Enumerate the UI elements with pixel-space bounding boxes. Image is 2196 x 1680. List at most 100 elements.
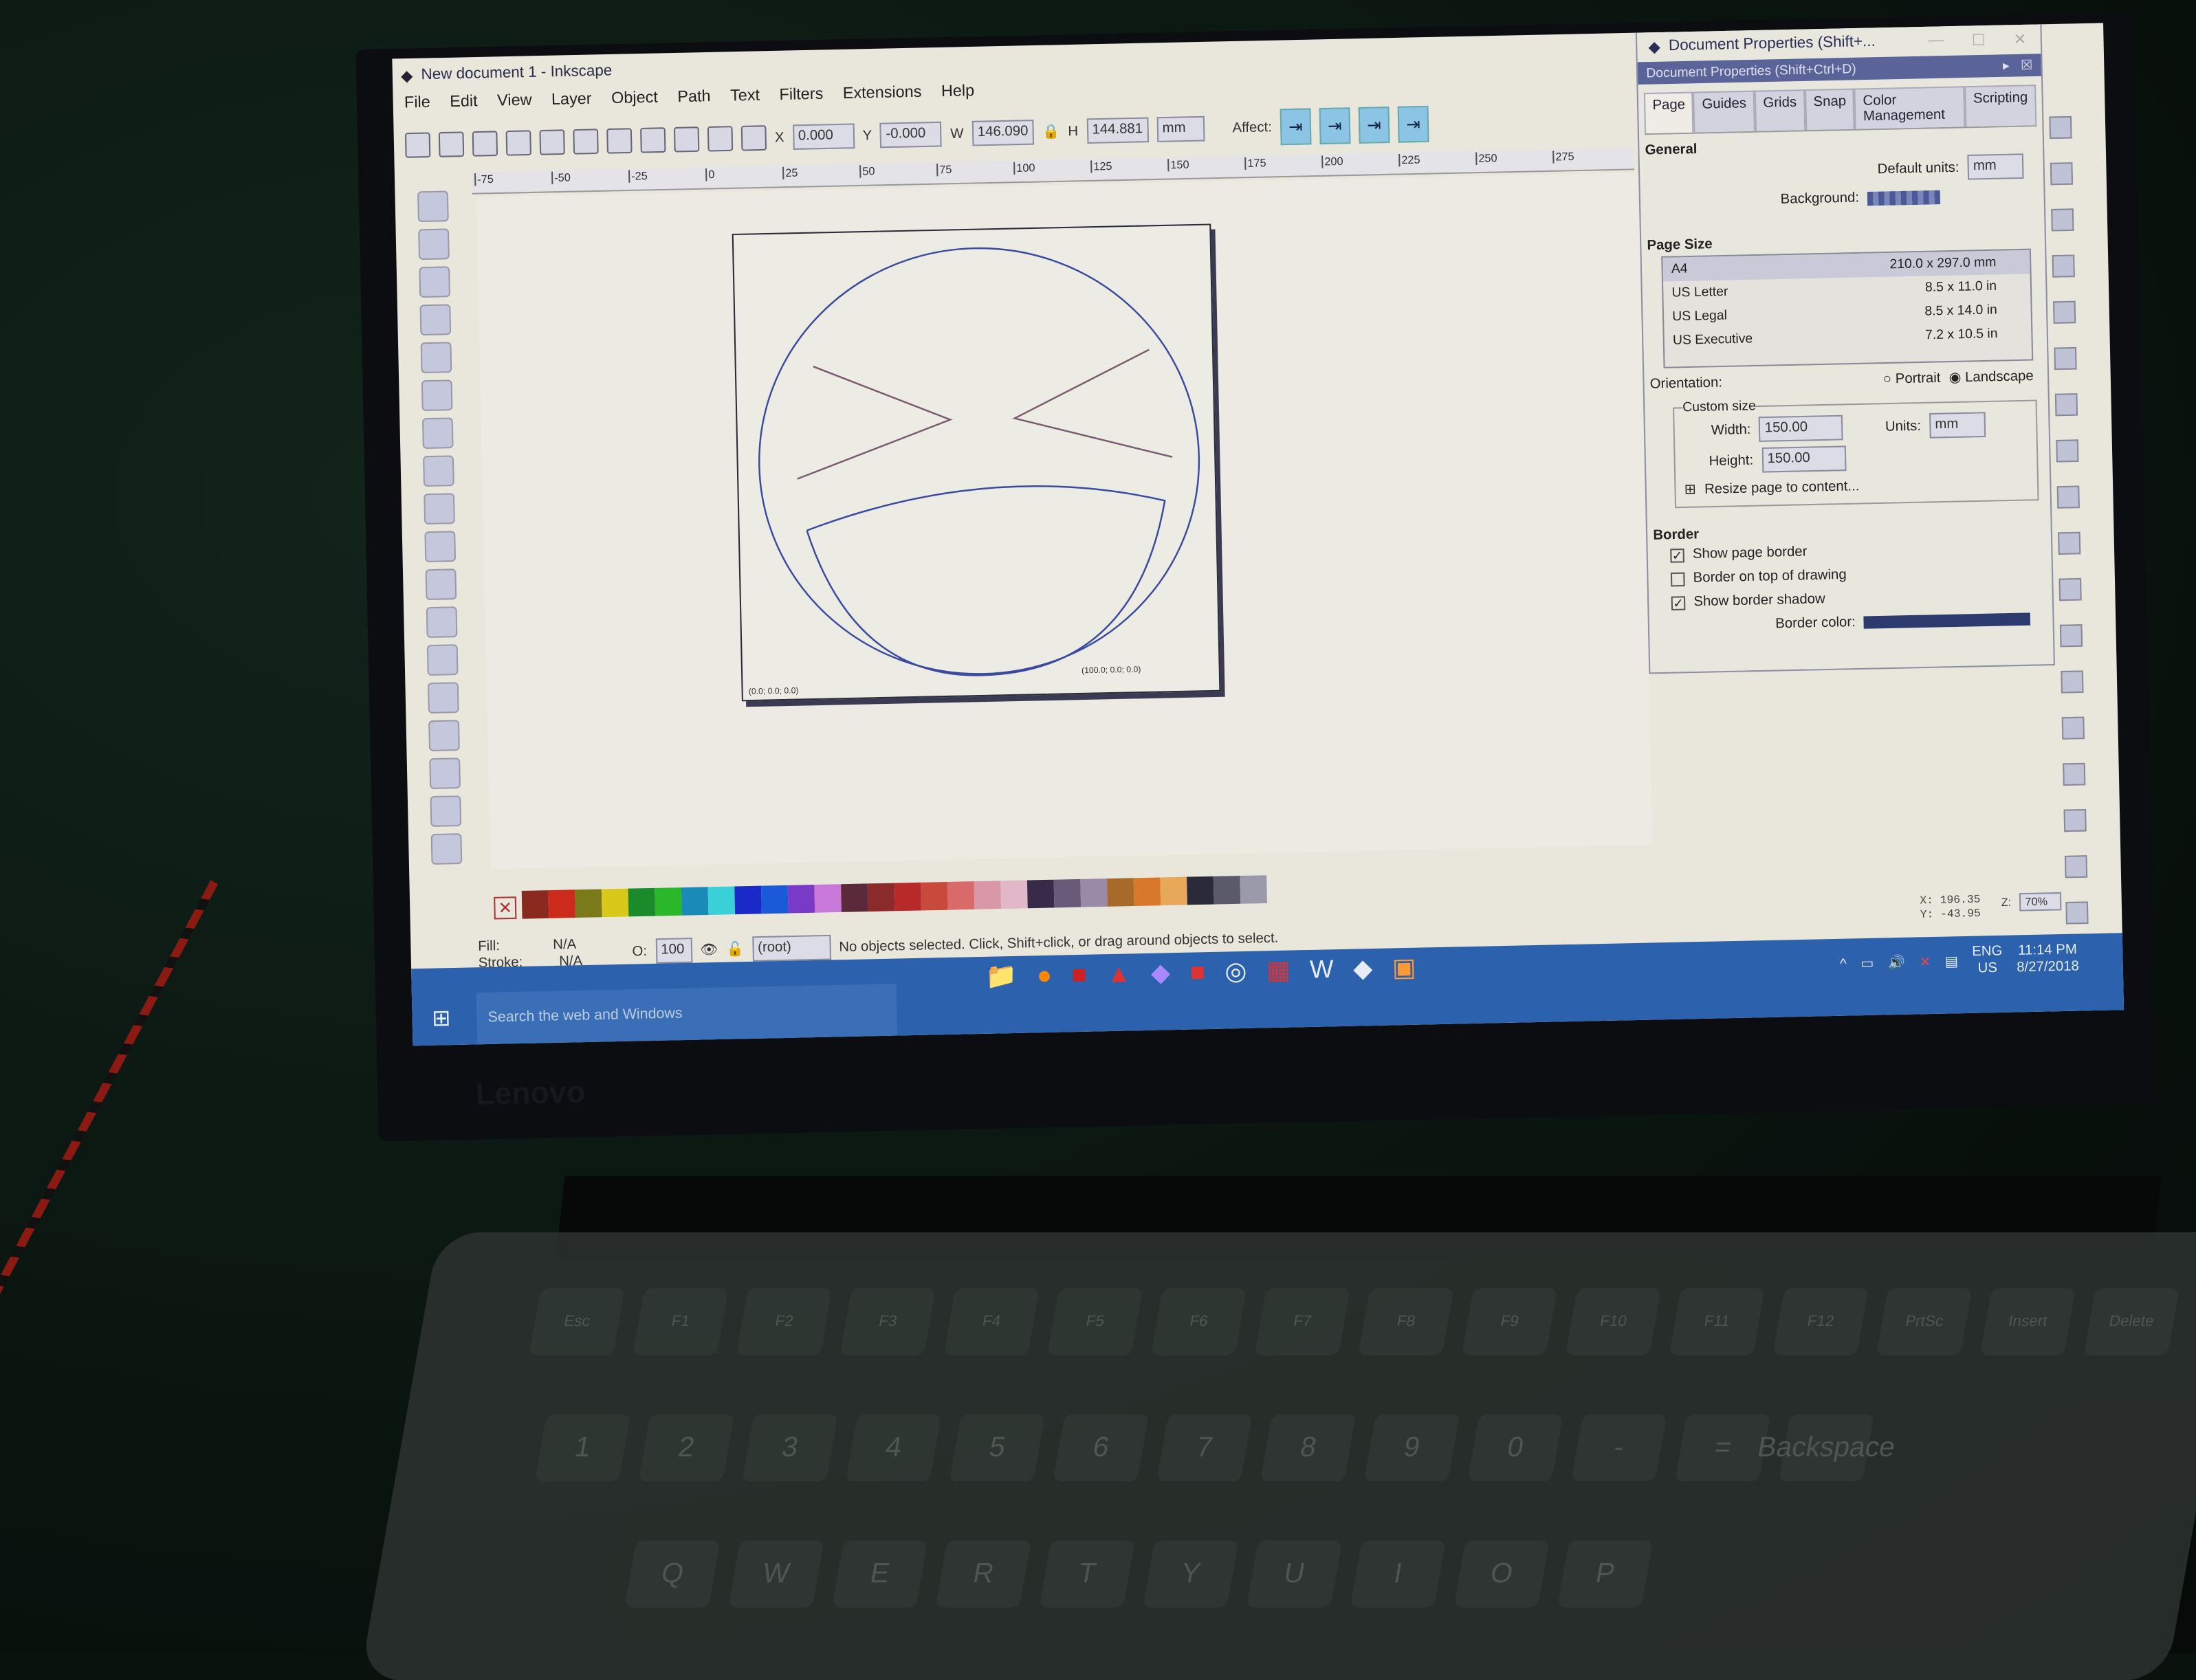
key[interactable]: 5: [949, 1414, 1046, 1482]
color-swatch[interactable]: [575, 889, 602, 918]
raise-to-top-icon[interactable]: [740, 125, 767, 151]
import-icon[interactable]: [2056, 485, 2080, 509]
menu-object[interactable]: Object: [611, 89, 658, 115]
color-swatch[interactable]: [707, 886, 736, 915]
menu-extensions[interactable]: Extensions: [843, 84, 922, 111]
key[interactable]: F12: [1772, 1288, 1869, 1356]
color-swatch[interactable]: [814, 884, 842, 913]
deselect-icon[interactable]: [472, 131, 498, 157]
rectangle-tool-icon[interactable]: [420, 342, 452, 374]
menu-edit[interactable]: Edit: [450, 93, 478, 120]
minimize-icon[interactable]: —: [1928, 32, 1944, 49]
color-swatch[interactable]: [1000, 880, 1028, 909]
color-swatch[interactable]: [894, 882, 921, 911]
spiral-tool-icon[interactable]: [424, 493, 455, 525]
snap-toggle-icon[interactable]: [2050, 162, 2074, 186]
drawing-canvas[interactable]: (0.0; 0.0; 0.0) (100.0; 0.0; 0.0): [476, 173, 1653, 870]
key[interactable]: I: [1350, 1540, 1447, 1608]
key[interactable]: Q: [624, 1540, 721, 1608]
units-select[interactable]: mm: [1929, 412, 1986, 439]
key[interactable]: F1: [633, 1288, 729, 1356]
h-input[interactable]: 144.881: [1086, 117, 1149, 144]
star-tool-icon[interactable]: [423, 455, 454, 487]
key[interactable]: U: [1246, 1540, 1343, 1608]
flip-horizontal-icon[interactable]: [573, 129, 599, 155]
gradient-tool-icon[interactable]: [430, 795, 462, 827]
eraser-tool-icon[interactable]: [428, 720, 460, 751]
border-color-swatch[interactable]: [1863, 612, 2031, 629]
autocad-icon[interactable]: ▲: [1106, 960, 1132, 990]
snap-cusp-icon[interactable]: [2063, 808, 2087, 832]
lower-to-bottom-icon[interactable]: [640, 127, 666, 153]
windows-start-icon[interactable]: ⊞: [432, 1004, 451, 1032]
key[interactable]: Y: [1143, 1540, 1239, 1608]
key[interactable]: Insert: [1979, 1288, 2076, 1356]
tweak-tool-icon[interactable]: [419, 266, 451, 298]
key[interactable]: 0: [1467, 1414, 1563, 1482]
color-swatch[interactable]: [1053, 878, 1081, 908]
key[interactable]: 3: [742, 1414, 838, 1482]
snap-midpoints-icon[interactable]: [2059, 624, 2083, 648]
key[interactable]: 7: [1156, 1414, 1253, 1482]
face-circle[interactable]: [755, 244, 1203, 679]
notifications-icon[interactable]: ▤: [1945, 954, 1959, 970]
calligraphy-tool-icon[interactable]: [426, 606, 458, 639]
color-swatch[interactable]: [548, 889, 575, 918]
word-icon[interactable]: W: [1310, 955, 1335, 984]
color-swatch[interactable]: [867, 883, 895, 912]
redo-icon[interactable]: [2063, 762, 2086, 786]
key[interactable]: 9: [1363, 1414, 1460, 1482]
battery-icon[interactable]: ▭: [1860, 955, 1874, 971]
file-explorer-icon[interactable]: 📁: [985, 962, 1018, 992]
close-icon[interactable]: ✕: [2013, 30, 2026, 48]
key[interactable]: F7: [1254, 1288, 1350, 1356]
units-select[interactable]: mm: [1156, 115, 1205, 142]
pencil-tool-icon[interactable]: [424, 531, 457, 563]
lower-icon[interactable]: [673, 126, 700, 153]
open-icon[interactable]: [2051, 208, 2074, 232]
color-swatch[interactable]: [1160, 876, 1187, 906]
key[interactable]: F2: [736, 1288, 833, 1356]
tray-chevron-icon[interactable]: ^: [1840, 956, 1847, 972]
snap-nodes-icon[interactable]: [2054, 346, 2077, 371]
menu-text[interactable]: Text: [730, 87, 760, 113]
lock-icon[interactable]: 🔒: [1042, 124, 1060, 140]
show-border-shadow-checkbox[interactable]: ✓ Show border shadow: [1671, 588, 2030, 610]
key[interactable]: 2: [638, 1414, 734, 1482]
key[interactable]: W: [728, 1540, 824, 1608]
width-input[interactable]: 150.00: [1759, 415, 1844, 442]
color-swatch[interactable]: [921, 881, 948, 911]
new-document-icon[interactable]: [2049, 115, 2072, 140]
color-swatch[interactable]: [1240, 875, 1268, 904]
color-swatch[interactable]: [1133, 877, 1161, 907]
default-units-select[interactable]: mm: [1967, 153, 2024, 180]
key[interactable]: R: [935, 1540, 1032, 1608]
volume-icon[interactable]: 🔊: [1887, 955, 1905, 971]
w-input[interactable]: 146.090: [971, 119, 1034, 146]
key[interactable]: PrtSc: [1876, 1288, 1973, 1356]
snap-paths-icon[interactable]: [2056, 439, 2079, 463]
pen-tool-icon[interactable]: [425, 568, 457, 601]
x-input[interactable]: 0.000: [792, 123, 855, 151]
affect-patterns-icon[interactable]: ⇥: [1397, 105, 1429, 143]
left-eye[interactable]: [795, 364, 953, 480]
select-all-layers-icon[interactable]: [438, 131, 465, 157]
undo-icon[interactable]: [2061, 670, 2084, 694]
layer-select[interactable]: (root): [751, 934, 831, 962]
key[interactable]: F3: [839, 1288, 936, 1356]
height-input[interactable]: 150.00: [1761, 445, 1846, 473]
portrait-radio[interactable]: ○ Portrait: [1883, 371, 1941, 388]
menu-path[interactable]: Path: [677, 89, 711, 115]
tab-grids[interactable]: Grids: [1754, 89, 1806, 131]
print-icon[interactable]: [2054, 393, 2078, 417]
color-swatch[interactable]: [1026, 879, 1055, 909]
dropper-tool-icon[interactable]: [430, 833, 463, 865]
3d-box-tool-icon[interactable]: [421, 379, 453, 412]
bucket-tool-icon[interactable]: [429, 758, 461, 789]
affect-gradients-icon[interactable]: ⇥: [1358, 107, 1390, 144]
key[interactable]: F8: [1358, 1288, 1454, 1356]
color-swatch[interactable]: [601, 888, 629, 918]
right-eye[interactable]: [1012, 349, 1173, 461]
key[interactable]: -: [1571, 1414, 1667, 1482]
key[interactable]: Esc: [529, 1288, 625, 1356]
